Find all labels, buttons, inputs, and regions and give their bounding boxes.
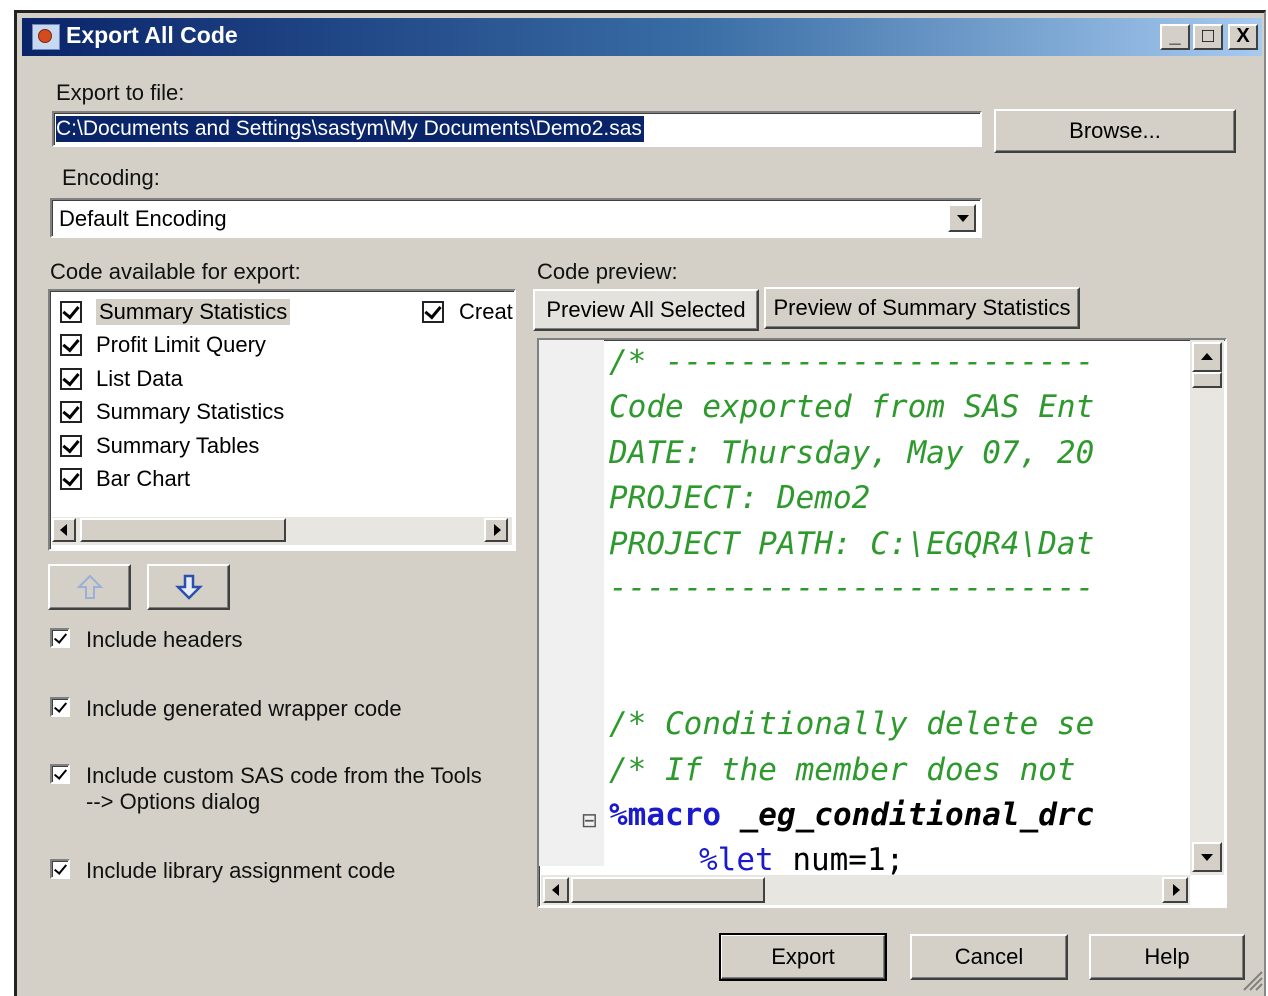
code-line: PROJECT: Demo2 <box>609 480 871 516</box>
include-custom-label[interactable]: Include custom SAS code from the Tools <box>86 763 482 789</box>
include-headers-label[interactable]: Include headers <box>86 627 243 653</box>
code-line: /* ----------------------- <box>609 344 1095 380</box>
arrow-right-icon <box>1173 884 1180 896</box>
include-wrapper-checkbox[interactable] <box>50 697 70 717</box>
dialog-title: Export All Code <box>66 22 238 48</box>
scroll-right-button[interactable] <box>484 518 508 542</box>
export-button[interactable]: Export <box>719 933 887 981</box>
scroll-right-button[interactable] <box>1162 877 1188 903</box>
close-button[interactable]: X <box>1228 24 1258 50</box>
tab-preview-summary-statistics[interactable]: Preview of Summary Statistics <box>764 287 1080 329</box>
export-file-label: Export to file: <box>56 80 185 105</box>
list-item-label[interactable]: Summary Tables <box>96 433 259 459</box>
code-line: /* If the member does not <box>609 752 1095 788</box>
include-headers-checkbox[interactable] <box>50 628 70 648</box>
arrow-down-icon <box>175 574 203 600</box>
arrow-down-icon <box>1201 854 1213 861</box>
code-line: Code exported from SAS Ent <box>609 389 1095 425</box>
list-item-label: Summary Statistics <box>96 299 291 325</box>
list-item-label[interactable]: Profit Limit Query <box>96 332 266 358</box>
list-item-label-col2: Creat <box>459 299 513 324</box>
cancel-button[interactable]: Cancel <box>910 934 1068 980</box>
arrow-up-icon <box>76 574 104 599</box>
scroll-down-button[interactable] <box>1192 842 1222 872</box>
include-wrapper-label[interactable]: Include generated wrapper code <box>86 696 402 722</box>
code-line: PROJECT PATH: C:\EGQR4\Dat <box>609 526 1095 562</box>
code-line: %macro _eg_conditional_drc <box>609 797 1095 833</box>
code-scrollbar-thumb[interactable] <box>571 877 765 903</box>
export-file-input[interactable]: C:\Documents and Settings\sastym\My Docu… <box>52 111 982 147</box>
tab-preview-all-selected[interactable]: Preview All Selected <box>533 289 759 331</box>
resize-grip-icon[interactable] <box>1240 968 1264 992</box>
list-item-label[interactable]: List Data <box>96 366 183 392</box>
code-horizontal-scrollbar[interactable] <box>541 875 1190 905</box>
encoding-selected-value: Default Encoding <box>59 206 227 231</box>
code-line: -------------------------- <box>609 570 1095 606</box>
include-library-label[interactable]: Include library assignment code <box>86 858 395 884</box>
checkbox[interactable] <box>60 368 82 390</box>
scroll-up-button[interactable] <box>1192 342 1222 372</box>
checkbox[interactable] <box>60 468 82 490</box>
checkbox[interactable] <box>60 435 82 457</box>
list-item-label[interactable]: Summary Statistics <box>96 399 284 425</box>
vertical-scrollbar-thumb[interactable] <box>1192 372 1222 388</box>
arrow-left-icon <box>60 524 67 536</box>
move-up-button[interactable] <box>48 564 131 610</box>
code-line: DATE: Thursday, May 07, 20 <box>609 435 1095 471</box>
vertical-scrollbar[interactable] <box>1190 340 1224 875</box>
encoding-label: Encoding: <box>62 165 160 190</box>
code-line: /* Conditionally delete se <box>609 706 1095 742</box>
chevron-down-icon <box>957 215 969 222</box>
checkbox[interactable] <box>422 301 444 323</box>
browse-button[interactable]: Browse... <box>994 109 1236 153</box>
encoding-dropdown-button[interactable] <box>948 204 976 232</box>
horizontal-scrollbar[interactable] <box>52 517 512 545</box>
include-custom-checkbox[interactable] <box>50 764 70 784</box>
export-file-value: C:\Documents and Settings\sastym\My Docu… <box>56 116 644 142</box>
list-item-label[interactable]: Bar Chart <box>96 466 190 492</box>
arrow-left-icon <box>552 884 559 896</box>
maximize-button[interactable]: □ <box>1193 24 1223 50</box>
scrollbar-thumb[interactable] <box>80 518 286 542</box>
arrow-right-icon <box>494 524 501 536</box>
code-list-box[interactable]: Summary Statistics Creat Profit Limit Qu… <box>48 289 516 551</box>
checkbox[interactable] <box>60 401 82 423</box>
help-button[interactable]: Help <box>1089 934 1245 980</box>
encoding-select[interactable]: Default Encoding <box>50 198 982 238</box>
scroll-left-button[interactable] <box>52 518 76 542</box>
checkbox[interactable] <box>60 301 82 323</box>
code-preview-label: Code preview: <box>537 259 678 284</box>
code-list-label: Code available for export: <box>50 259 301 284</box>
fold-toggle-icon[interactable]: ⊟ <box>581 808 598 833</box>
move-down-button[interactable] <box>147 564 230 610</box>
app-icon <box>32 24 60 50</box>
checkbox[interactable] <box>60 334 82 356</box>
include-custom-label-line2[interactable]: --> Options dialog <box>86 789 260 815</box>
code-line: %let num=1; <box>699 842 905 875</box>
code-preview-pane[interactable]: /* ----------------------- Code exported… <box>537 338 1227 908</box>
code-gutter <box>539 340 604 866</box>
arrow-up-icon <box>1201 353 1213 360</box>
scroll-left-button[interactable] <box>543 877 569 903</box>
include-library-checkbox[interactable] <box>50 859 70 879</box>
code-text-area[interactable]: /* ----------------------- Code exported… <box>607 340 1190 875</box>
minimize-button[interactable]: _ <box>1160 24 1190 50</box>
